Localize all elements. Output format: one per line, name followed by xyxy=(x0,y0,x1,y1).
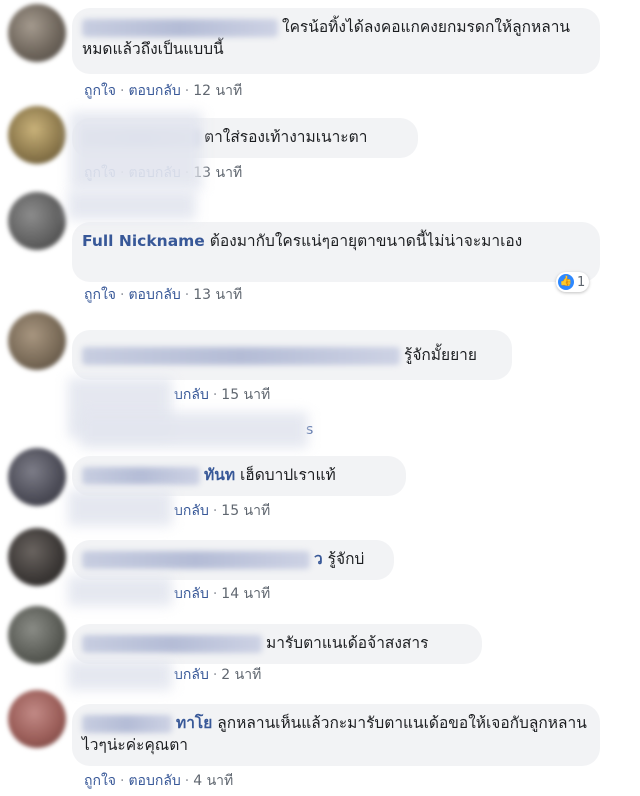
timestamp[interactable]: 13 นาที xyxy=(193,287,242,303)
reply-link[interactable]: บกลับ xyxy=(174,667,209,683)
avatar[interactable] xyxy=(8,312,66,370)
timestamp[interactable]: 15 นาที xyxy=(221,387,270,403)
comment-actions: บกลับ · 2 นาที xyxy=(174,667,262,683)
avatar[interactable] xyxy=(8,192,66,250)
commenter-name-blur[interactable] xyxy=(82,714,172,733)
commenter-name[interactable] xyxy=(82,346,400,365)
reaction-badge[interactable]: 👍 1 xyxy=(556,272,590,292)
avatar[interactable] xyxy=(8,106,66,164)
privacy-blur xyxy=(70,112,202,190)
reply-link[interactable]: ตอบกลับ xyxy=(128,773,180,789)
reaction-count: 1 xyxy=(577,274,586,290)
comment-text: มารับตาแนเด้อจ้าสงสาร xyxy=(266,634,429,652)
privacy-blur xyxy=(80,412,308,448)
commenter-name[interactable] xyxy=(82,634,262,653)
reply-link[interactable]: บกลับ xyxy=(174,503,209,519)
timestamp[interactable]: 4 นาที xyxy=(193,773,233,789)
commenter-name-blur[interactable] xyxy=(82,550,310,569)
reply-link[interactable]: ตอบกลับ xyxy=(128,287,180,303)
like-link[interactable]: ถูกใจ xyxy=(84,287,116,303)
comment-bubble: ใครน้อทิ้งได้ลงคอแกคงยกมรดกให้ลูกหลานหมด… xyxy=(72,8,600,74)
privacy-blur xyxy=(68,576,172,606)
commenter-name[interactable]: ว xyxy=(314,550,323,568)
timestamp[interactable]: 15 นาที xyxy=(221,503,270,519)
comment-text: ตาใส่รองเท้างามเนาะตา xyxy=(204,128,368,146)
timestamp[interactable]: 2 นาที xyxy=(221,667,261,683)
comment-bubble: มารับตาแนเด้อจ้าสงสาร xyxy=(72,624,482,664)
comment-text: ต้องมากับใครแน่ๆอายุตาขนาดนี้ไม่น่าจะมาเ… xyxy=(209,232,523,250)
comment-text: รู้จักบ่ xyxy=(327,550,365,568)
privacy-blur xyxy=(68,490,172,526)
comment-actions: ถูกใจ · ตอบกลับ · 12 นาที xyxy=(84,83,243,99)
commenter-name[interactable] xyxy=(82,18,278,37)
avatar[interactable] xyxy=(8,690,66,748)
timestamp[interactable]: 14 นาที xyxy=(221,586,270,602)
commenter-name[interactable]: ทันท xyxy=(204,466,235,484)
comment-actions: บกลับ · 15 นาที xyxy=(174,503,271,519)
avatar[interactable] xyxy=(8,606,66,664)
reply-link[interactable]: บกลับ xyxy=(174,387,209,403)
comment-bubble: ว รู้จักบ่ xyxy=(72,540,394,580)
comment-actions: ถูกใจ · ตอบกลับ · 4 นาที xyxy=(84,773,234,789)
comment-actions: บกลับ · 15 นาที xyxy=(174,387,271,403)
comment-actions: บกลับ · 14 นาที xyxy=(174,586,271,602)
avatar[interactable] xyxy=(8,528,66,586)
reply-link[interactable]: บกลับ xyxy=(174,586,209,602)
avatar[interactable] xyxy=(8,4,66,62)
comment-bubble: รู้จักมั้ยยาย xyxy=(72,330,512,380)
avatar[interactable] xyxy=(8,448,66,506)
comment-bubble: ทาโย ลูกหลานเห็นแล้วกะมารับตาแนเด้อขอให้… xyxy=(72,704,600,766)
privacy-blur xyxy=(68,190,196,220)
commenter-name[interactable]: ทาโย xyxy=(176,714,212,732)
comment-bubble: Full Nickname ต้องมากับใครแน่ๆอายุตาขนาด… xyxy=(72,222,600,282)
comment-actions: ถูกใจ·ตอบกลับ·13 นาที xyxy=(84,287,243,303)
comment-text: รู้จักมั้ยยาย xyxy=(404,346,477,364)
timestamp[interactable]: 12 นาที xyxy=(193,83,242,99)
commenter-name[interactable]: Full Nickname xyxy=(82,232,205,250)
thumbs-up-icon: 👍 xyxy=(558,274,574,290)
reply-link[interactable]: ตอบกลับ xyxy=(128,83,180,99)
like-link[interactable]: ถูกใจ xyxy=(84,773,116,789)
commenter-name-blur[interactable] xyxy=(82,466,200,485)
like-link[interactable]: ถูกใจ xyxy=(84,83,116,99)
comment-text: เฮ็ดบาปเราแท้ xyxy=(239,466,336,484)
privacy-blur xyxy=(68,660,172,690)
